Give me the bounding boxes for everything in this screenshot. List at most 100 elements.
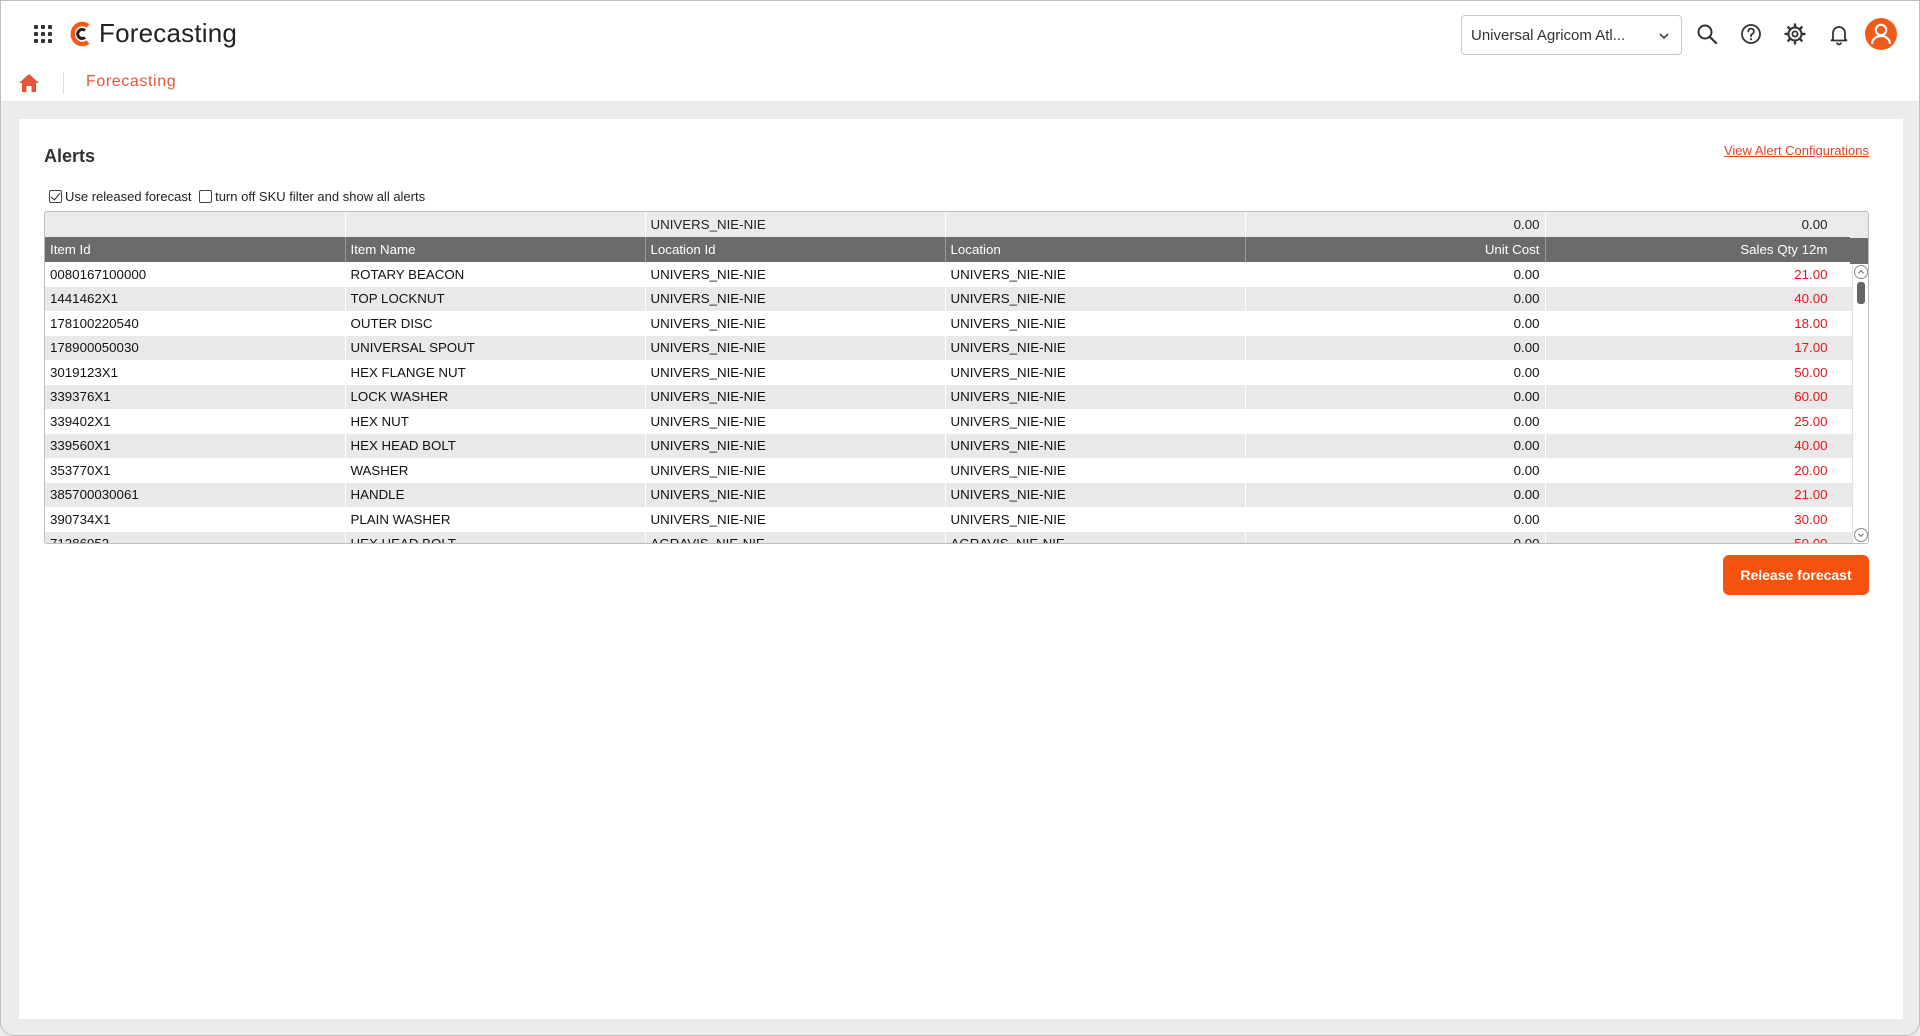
table-cell: UNIVERS_NIE-NIE [950,413,1066,429]
breadcrumb-forecasting[interactable]: Forecasting [86,73,176,91]
table-cell: 339402X1 [50,413,111,429]
table-cell: 390734X1 [50,511,111,527]
table-cell: 0.00 [1513,413,1540,429]
table-cell: 339560X1 [45,433,345,458]
table-cell: 385700030061 [45,482,345,507]
table-cell: 0.00 [1245,384,1545,409]
table-cell: 353770X1 [50,462,111,478]
table-cell: PLAIN WASHER [350,511,451,527]
table-cell: UNIVERS_NIE-NIE [650,511,766,527]
table-cell: UNIVERS_NIE-NIE [645,384,945,409]
table-row[interactable]: 385700030061 HANDLE UNIVERS_NIE-NIE UNIVERS… [45,482,1852,507]
summary-row: UNIVERS_NIE-NIE 0.00 0.00 [45,212,1853,237]
table-cell: 1441462X1 [45,286,345,311]
table-row[interactable]: 390734X1 PLAIN WASHER UNIVERS_NIE-NIE UNIVE… [45,507,1852,532]
breadcrumb-divider [63,72,64,94]
table-cell: 20.00 [1794,462,1828,478]
table-cell: UNIVERS_NIE-NIE [650,413,766,429]
table-cell: AGRAVIS_NIE-NIE [945,531,1245,543]
column-header-location-id[interactable]: Location Id [645,237,946,262]
table-cell: UNIVERS_NIE-NIE [650,266,766,282]
table-row[interactable]: 3019123X1 HEX FLANGE NUT UNIVERS_NIE-NIE UN… [45,360,1852,385]
table-cell: UNIVERS_NIE-NIE [950,266,1066,282]
table-row[interactable]: 0080167100000 ROTARY BEACON UNIVERS_NIE-NI… [45,262,1852,287]
apps-grid-icon[interactable] [34,25,52,43]
organization-select[interactable]: Universal Agricom Atl... [1461,15,1682,55]
table-cell: 17.00 [1545,335,1852,360]
sku-filter-checkbox[interactable]: turn off SKU filter and show all alerts [199,189,425,204]
table-cell: UNIVERS_NIE-NIE [650,364,766,380]
table-cell: 0.00 [1513,315,1540,331]
summary-cell [345,212,646,237]
bell-icon[interactable] [1827,22,1851,46]
table-cell: 0.00 [1513,462,1540,478]
use-released-forecast-checkbox[interactable]: Use released forecast [49,189,191,204]
table-cell: HEX HEAD BOLT [345,531,645,543]
table-cell: UNIVERS_NIE-NIE [645,335,945,360]
scroll-down-icon[interactable] [1854,528,1868,542]
column-header-item-id[interactable]: Item Id [45,237,346,262]
table-row[interactable]: 178100220540 OUTER DISC UNIVERS_NIE-NIE UNI… [45,311,1852,336]
scroll-up-icon[interactable] [1854,265,1868,279]
table-cell: HANDLE [345,482,645,507]
table-cell: 3019123X1 [50,364,119,380]
table-cell: 0.00 [1513,511,1540,527]
app-title: Forecasting [99,18,238,48]
column-header-location[interactable]: Location [945,237,1246,262]
summary-cell: 0.00 [1545,212,1853,237]
table-cell: ROTARY BEACON [350,266,465,282]
table-row[interactable]: 178900050030 UNIVERSAL SPOUT UNIVERS_NIE-N… [45,335,1852,360]
sku-filter-label: turn off SKU filter and show all alerts [215,189,426,205]
release-forecast-button[interactable]: Release forecast [1723,555,1869,595]
table-row[interactable]: 1441462X1 TOP LOCKNUT UNIVERS_NIE-NIE UNIVE… [45,286,1852,311]
search-icon[interactable] [1695,22,1719,46]
table-cell: 18.00 [1794,315,1828,331]
top-bar: Forecasting Universal Agricom Atl... [1,1,1919,67]
home-icon[interactable] [18,73,40,93]
table-cell: UNIVERS_NIE-NIE [950,364,1066,380]
table-cell: UNIVERS_NIE-NIE [950,462,1066,478]
table-cell: UNIVERS_NIE-NIE [645,433,945,458]
column-header-item-name[interactable]: Item Name [345,237,646,262]
table-row[interactable]: 339560X1 HEX HEAD BOLT UNIVERS_NIE-NIE UNIV… [45,433,1852,458]
organization-select-value: Universal Agricom Atl... [1471,27,1626,44]
help-icon[interactable] [1739,22,1763,46]
table-cell: 71386953 [45,531,345,543]
table-row[interactable]: 339376X1 LOCK WASHER UNIVERS_NIE-NIE UNIVER… [45,384,1852,409]
user-avatar-icon[interactable] [1865,18,1897,50]
table-cell: 25.00 [1794,413,1828,429]
table-cell: TOP LOCKNUT [345,286,645,311]
table-row[interactable]: 339402X1 HEX NUT UNIVERS_NIE-NIE UNIVERS_NI… [45,409,1852,434]
gear-icon[interactable] [1783,22,1807,46]
table-cell: OUTER DISC [350,315,433,331]
summary-cell: 0.00 [1245,212,1546,237]
table-cell: LOCK WASHER [345,384,645,409]
user-silhouette-icon [1870,23,1892,45]
table-cell: UNIVERS_NIE-NIE [950,315,1066,331]
column-header-unit-cost[interactable]: Unit Cost [1245,237,1546,262]
alert-options: Use released forecast turn off SKU filte… [49,188,425,204]
table-cell: 50.00 [1794,364,1828,380]
table-row[interactable]: 353770X1 WASHER UNIVERS_NIE-NIE UNIVERS_NIE… [45,458,1852,483]
scrollbar-thumb[interactable] [1857,282,1865,304]
checkbox-unchecked-icon[interactable] [199,190,213,204]
column-header-sales-qty-12m[interactable]: Sales Qty 12m [1545,237,1853,262]
table-cell: 339376X1 [45,384,345,409]
view-alert-configurations-link[interactable]: View Alert Configurations [1724,143,1869,158]
table-cell: UNIVERS_NIE-NIE [945,286,1245,311]
table-cell: 40.00 [1545,286,1852,311]
table-cell: 40.00 [1545,433,1852,458]
table-cell: 0.00 [1245,335,1545,360]
table-cell: UNIVERS_NIE-NIE [945,433,1245,458]
table-cell: 0.00 [1245,433,1545,458]
table-cell: UNIVERS_NIE-NIE [650,462,766,478]
table-cell: UNIVERSAL SPOUT [345,335,645,360]
app-window: Forecasting Universal Agricom Atl... For… [0,0,1920,1036]
summary-cell: UNIVERS_NIE-NIE [645,212,946,237]
table-cell: 178100220540 [50,315,139,331]
table-cell: 21.00 [1545,482,1852,507]
vertical-scrollbar[interactable] [1852,264,1868,543]
table-row[interactable]: 71386953 HEX HEAD BOLT AGRAVIS_NIE-NIE AGRA… [45,531,1852,543]
table-cell: 21.00 [1794,266,1828,282]
checkbox-checked-icon[interactable] [49,190,62,204]
